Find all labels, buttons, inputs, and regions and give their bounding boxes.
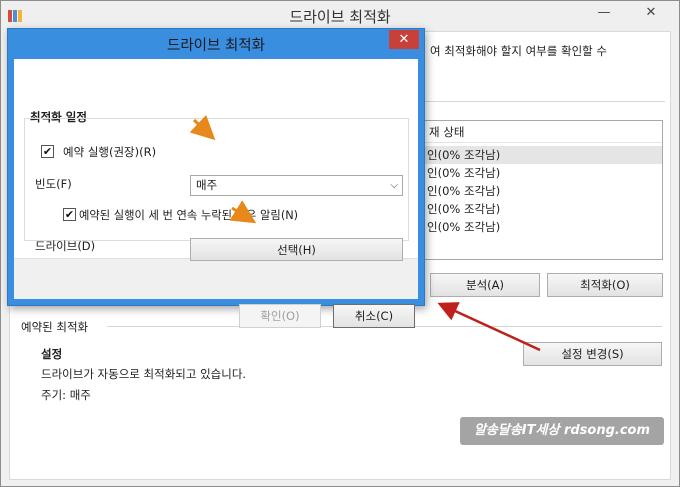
schedule-dialog: 드라이브 최적화 ✕ 최적화 일정 ✔ 예약 실행(권장)(R) 빈도(F) 매… bbox=[7, 28, 425, 328]
optimize-button[interactable]: 최적화(O) bbox=[547, 273, 663, 297]
change-settings-button[interactable]: 설정 변경(S) bbox=[523, 342, 662, 366]
list-item[interactable]: 인(0% 조각남) bbox=[421, 218, 662, 236]
list-item[interactable]: 인(0% 조각남) bbox=[421, 182, 662, 200]
frequency-label: 빈도(F) bbox=[35, 177, 72, 191]
choose-drives-button[interactable]: 선택(H) bbox=[190, 238, 403, 261]
minimize-icon[interactable]: — bbox=[591, 3, 617, 23]
frequency-text: 주기: 매주 bbox=[41, 388, 91, 402]
dialog-close-icon[interactable]: ✕ bbox=[389, 30, 419, 49]
scheduled-section-title: 예약된 최적화 bbox=[21, 320, 89, 334]
ok-button[interactable]: 확인(O) bbox=[239, 304, 321, 328]
status-text: 드라이브가 자동으로 최적화되고 있습니다. bbox=[41, 367, 247, 381]
drives-label: 드라이브(D) bbox=[35, 239, 96, 253]
drive-list[interactable]: 재 상태 인(0% 조각남) 인(0% 조각남) 인(0% 조각남) 인(0% … bbox=[420, 120, 663, 260]
main-titlebar: 드라이브 최적화 — ✕ bbox=[1, 1, 679, 31]
list-header-status[interactable]: 재 상태 bbox=[421, 121, 662, 143]
close-icon[interactable]: ✕ bbox=[638, 3, 664, 23]
settings-label: 설정 bbox=[41, 347, 63, 361]
description-text: 여 최적화해야 할지 여부를 확인할 수 bbox=[430, 44, 607, 58]
run-on-schedule-row[interactable]: ✔ 예약 실행(권장)(R) bbox=[35, 143, 185, 161]
chevron-down-icon: ⌵ bbox=[390, 180, 398, 191]
list-item[interactable]: 인(0% 조각남) bbox=[421, 164, 662, 182]
list-item[interactable]: 인(0% 조각남) bbox=[421, 200, 662, 218]
frequency-select[interactable]: 매주 ⌵ bbox=[190, 175, 403, 196]
dialog-body: 최적화 일정 ✔ 예약 실행(권장)(R) 빈도(F) 매주 ⌵ ✔ 예약된 실… bbox=[14, 59, 418, 328]
divider bbox=[425, 101, 665, 102]
run-on-schedule-label: 예약 실행(권장)(R) bbox=[63, 145, 157, 159]
frequency-selected-value: 매주 bbox=[196, 178, 218, 192]
cancel-button[interactable]: 취소(C) bbox=[333, 304, 415, 328]
watermark: 알송달송IT세상 rdsong.com bbox=[460, 417, 664, 445]
main-window-title: 드라이브 최적화 bbox=[289, 8, 391, 26]
list-item[interactable]: 인(0% 조각남) bbox=[421, 146, 662, 164]
dialog-content: 최적화 일정 ✔ 예약 실행(권장)(R) 빈도(F) 매주 ⌵ ✔ 예약된 실… bbox=[14, 59, 418, 261]
run-on-schedule-checkbox[interactable]: ✔ bbox=[41, 145, 54, 158]
notify-checkbox[interactable]: ✔ bbox=[63, 208, 76, 221]
dialog-title: 드라이브 최적화 bbox=[167, 38, 265, 54]
notify-label: 예약된 실행이 세 번 연속 누락된 경우 알림(N) bbox=[79, 209, 299, 222]
analyze-button[interactable]: 분석(A) bbox=[430, 273, 540, 297]
